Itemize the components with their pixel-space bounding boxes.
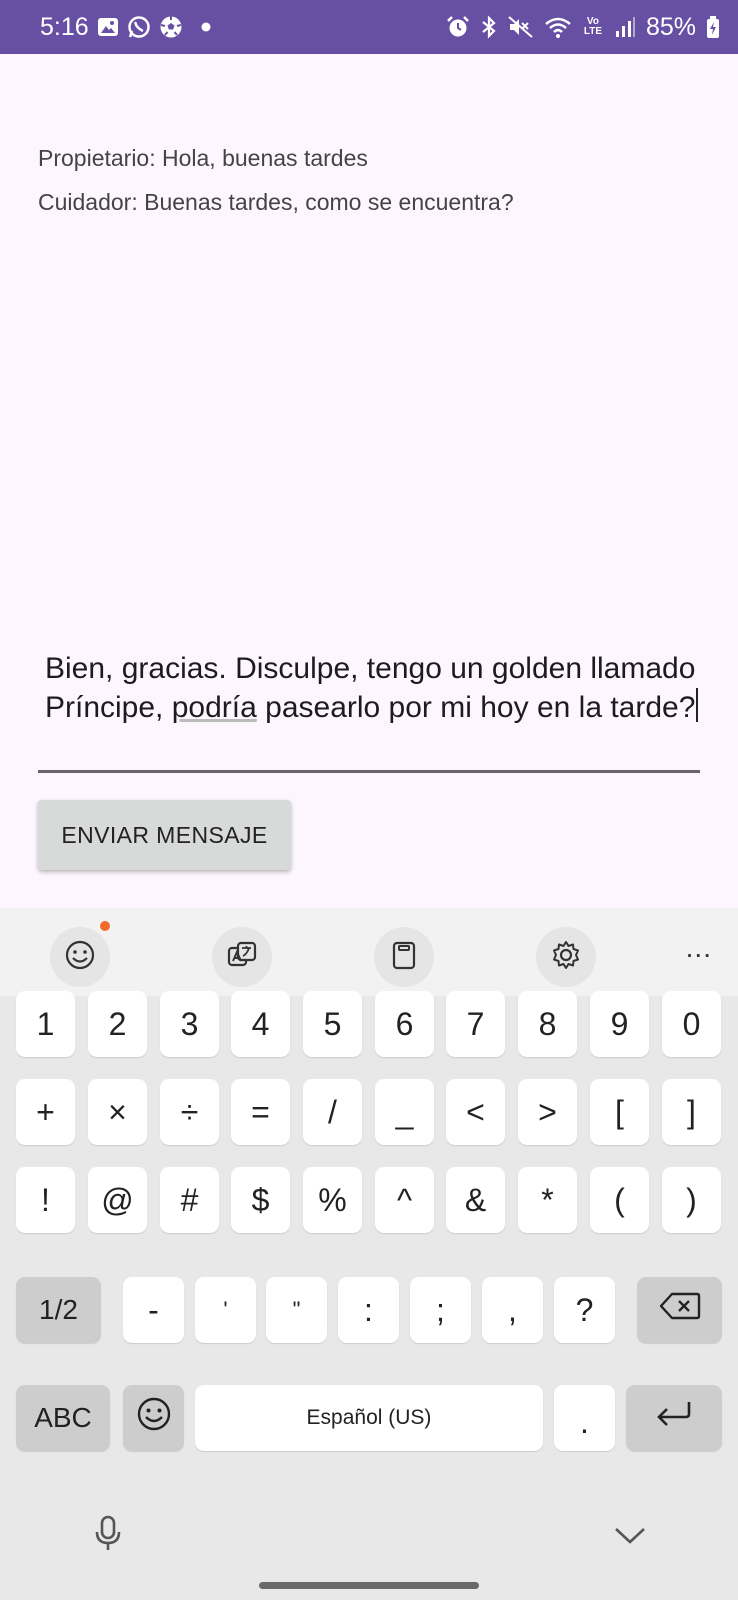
key-close-paren[interactable]: ) [662,1167,721,1233]
status-bar: 5:16 Vo LTE 85% [0,0,738,54]
key-slash[interactable]: / [303,1079,362,1145]
chat-history: Propietario: Hola, buenas tardes Cuidado… [38,136,514,224]
translate-icon [225,938,259,977]
message-input-container[interactable]: Bien, gracias. Disculpe, tengo un golden… [38,650,700,773]
key-ampersand[interactable]: & [446,1167,505,1233]
status-left: 5:16 [40,13,211,42]
emoji-icon [135,1395,173,1441]
home-indicator[interactable] [259,1582,479,1589]
emoji-key[interactable] [123,1385,184,1451]
clipboard-icon [387,938,421,977]
battery-percentage: 85% [645,12,696,41]
page-toggle-key[interactable]: 1/2 [16,1277,101,1343]
key-exclamation[interactable]: ! [16,1167,75,1233]
key-0[interactable]: 0 [662,991,721,1057]
send-message-button[interactable]: ENVIAR MENSAJE [38,800,291,870]
volte-icon: Vo LTE [582,17,604,37]
input-underline [38,770,700,773]
signal-icon [614,15,636,39]
key-less-than[interactable]: < [446,1079,505,1145]
key-9[interactable]: 9 [590,991,649,1057]
more-options-button[interactable]: ... [686,934,712,962]
key-open-paren[interactable]: ( [590,1167,649,1233]
key-6[interactable]: 6 [375,991,434,1057]
notification-dot-icon [201,22,211,32]
key-underscore[interactable]: _ [375,1079,434,1145]
emoji-toolbar-button[interactable] [50,921,110,987]
key-question[interactable]: ? [554,1277,615,1343]
keyboard-toolbar: ... [0,908,738,996]
key-plus[interactable]: + [16,1079,75,1145]
text-cursor [696,688,699,722]
new-indicator-dot [100,921,110,931]
bluetooth-icon [480,15,498,39]
key-4[interactable]: 4 [231,991,290,1057]
status-time: 5:16 [40,12,89,41]
key-3[interactable]: 3 [160,991,219,1057]
key-divide[interactable]: ÷ [160,1079,219,1145]
voice-input-button[interactable] [88,1515,128,1558]
emoji-icon [63,938,97,977]
key-semicolon[interactable]: ; [410,1277,471,1343]
battery-charging-icon [706,15,720,39]
clipboard-toolbar-button[interactable] [374,927,434,987]
whatsapp-icon [127,15,151,39]
mute-icon [508,15,534,39]
key-asterisk[interactable]: * [518,1167,577,1233]
key-open-bracket[interactable]: [ [590,1079,649,1145]
enter-icon [654,1399,694,1437]
key-5[interactable]: 5 [303,991,362,1057]
key-caret[interactable]: ^ [375,1167,434,1233]
key-percent[interactable]: % [303,1167,362,1233]
soccer-ball-icon [159,15,183,39]
volte-label: Vo LTE [583,16,603,37]
backspace-icon [659,1291,701,1329]
key-greater-than[interactable]: > [518,1079,577,1145]
key-2[interactable]: 2 [88,991,147,1057]
settings-toolbar-button[interactable] [536,927,596,987]
key-comma[interactable]: , [482,1277,543,1343]
gallery-icon [97,16,119,38]
message-input-text-after: pasearlo por mi hoy en la tarde? [256,691,696,724]
key-dollar[interactable]: $ [231,1167,290,1233]
key-at[interactable]: @ [88,1167,147,1233]
alarm-icon [446,15,470,39]
key-period[interactable]: . [554,1385,615,1451]
chevron-down-icon [613,1526,647,1551]
hide-keyboard-button[interactable] [610,1520,650,1556]
key-equals[interactable]: = [231,1079,290,1145]
enter-key[interactable] [626,1385,722,1451]
key-1[interactable]: 1 [16,991,75,1057]
key-7[interactable]: 7 [446,991,505,1057]
abc-key[interactable]: ABC [16,1385,110,1451]
microphone-icon [93,1515,123,1558]
keyboard: ... 1 2 3 4 5 6 7 8 9 0 + × ÷ = / _ < > … [0,908,738,1600]
chat-message: Cuidador: Buenas tardes, como se encuent… [38,189,514,215]
chat-message: Propietario: Hola, buenas tardes [38,145,368,171]
wifi-icon [544,15,572,39]
backspace-key[interactable] [637,1277,722,1343]
space-key[interactable]: Español (US) [195,1385,543,1451]
key-hyphen[interactable]: - [123,1277,184,1343]
key-apostrophe[interactable]: ' [195,1277,256,1343]
gear-icon [549,938,583,977]
spellcheck-word[interactable]: podría [172,691,257,724]
key-colon[interactable]: : [338,1277,399,1343]
key-close-bracket[interactable]: ] [662,1079,721,1145]
key-hash[interactable]: # [160,1167,219,1233]
key-8[interactable]: 8 [518,991,577,1057]
status-right: Vo LTE 85% [446,13,720,42]
translate-toolbar-button[interactable] [212,927,272,987]
key-multiply[interactable]: × [88,1079,147,1145]
message-input[interactable]: Bien, gracias. Disculpe, tengo un golden… [38,650,700,727]
key-quote[interactable]: " [266,1277,327,1343]
